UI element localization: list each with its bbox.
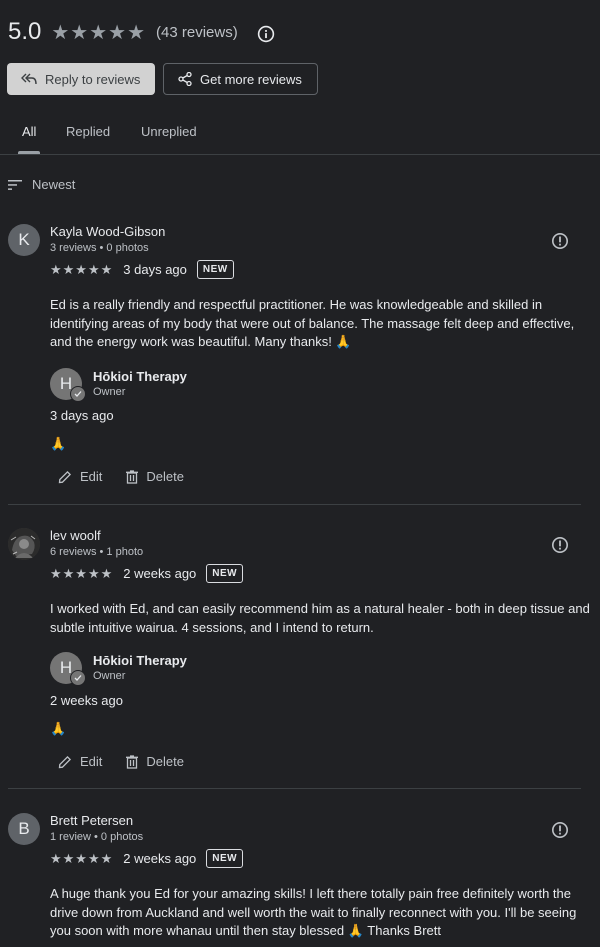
owner-name: Hōkioi Therapy <box>93 653 187 668</box>
reviewer-meta: 3 reviews • 0 photos <box>50 242 149 254</box>
reply-date: 2 weeks ago <box>50 693 123 708</box>
report-icon[interactable] <box>551 536 569 554</box>
review-stars: ★★★★★ <box>50 565 114 581</box>
divider <box>8 504 581 505</box>
owner-role: Owner <box>93 386 126 398</box>
review-rating-row: ★★★★★ 2 weeks ago NEW <box>50 564 244 583</box>
report-icon[interactable] <box>551 821 569 839</box>
avatar[interactable] <box>8 528 40 560</box>
tab-replied[interactable]: Replied <box>66 124 110 139</box>
reviewer-name[interactable]: Brett Petersen <box>50 813 133 828</box>
rating-summary: 5.0 ★★★★★ (43 reviews) <box>8 18 238 46</box>
reviewer-meta: 6 reviews • 1 photo <box>50 546 144 558</box>
trash-icon <box>126 469 139 484</box>
edit-reply-button[interactable]: Edit <box>58 754 102 769</box>
report-icon[interactable] <box>551 232 569 250</box>
owner-role: Owner <box>93 670 126 682</box>
new-badge: NEW <box>206 564 244 583</box>
get-more-reviews-label: Get more reviews <box>200 71 302 87</box>
review-stars: ★★★★★ <box>50 850 114 866</box>
sort-label: Newest <box>32 177 76 192</box>
verified-check-icon <box>70 670 86 686</box>
edit-icon <box>58 755 72 768</box>
reply-actions: Edit Delete <box>58 469 208 484</box>
review-text: A huge thank you Ed for your amazing ski… <box>50 886 577 938</box>
owner-avatar: H <box>50 652 86 686</box>
new-badge: NEW <box>206 849 244 868</box>
review-rating-row: ★★★★★ 3 days ago NEW <box>50 260 234 279</box>
avatar[interactable]: B <box>8 813 40 845</box>
delete-reply-button[interactable]: Delete <box>126 469 184 484</box>
active-tab-indicator <box>18 151 40 154</box>
reply-text: 🙏 <box>50 436 67 451</box>
review-date: 2 weeks ago <box>123 851 197 866</box>
owner-avatar: H <box>50 368 86 402</box>
share-icon <box>178 72 192 86</box>
delete-reply-button[interactable]: Delete <box>126 754 184 769</box>
reviewer-name[interactable]: lev woolf <box>50 528 101 543</box>
new-badge: NEW <box>196 260 234 279</box>
tab-all[interactable]: All <box>22 124 36 139</box>
edit-label: Edit <box>80 469 103 484</box>
review-date: 3 days ago <box>123 262 187 277</box>
review-text: Ed is a really friendly and respectful p… <box>50 297 575 349</box>
reply-text: 🙏 <box>50 721 67 736</box>
edit-icon <box>58 470 72 483</box>
get-more-reviews-button[interactable]: Get more reviews <box>163 63 318 95</box>
trash-icon <box>126 754 139 769</box>
rating-stars: ★★★★★ <box>51 21 147 44</box>
sort-control[interactable]: Newest <box>8 177 75 192</box>
info-icon[interactable] <box>257 25 275 43</box>
review-count: (43 reviews) <box>156 23 238 41</box>
edit-reply-button[interactable]: Edit <box>58 469 102 484</box>
reply-to-reviews-label: Reply to reviews <box>45 71 141 87</box>
review-stars: ★★★★★ <box>50 261 114 277</box>
reply-all-icon <box>21 73 37 85</box>
edit-label: Edit <box>80 754 103 769</box>
owner-name: Hōkioi Therapy <box>93 369 187 384</box>
tab-unreplied[interactable]: Unreplied <box>141 124 197 139</box>
review-text: I worked with Ed, and can easily recomme… <box>50 601 590 635</box>
reply-actions: Edit Delete <box>58 754 208 769</box>
review-rating-row: ★★★★★ 2 weeks ago NEW <box>50 849 244 868</box>
reply-date: 3 days ago <box>50 408 114 423</box>
reply-to-reviews-button[interactable]: Reply to reviews <box>7 63 155 95</box>
review-tabs: All Replied Unreplied <box>0 118 600 155</box>
sort-icon <box>8 179 22 190</box>
reviewer-name[interactable]: Kayla Wood-Gibson <box>50 224 165 239</box>
avatar[interactable]: K <box>8 224 40 256</box>
action-buttons: Reply to reviews Get more reviews <box>7 63 318 95</box>
rating-value: 5.0 <box>8 18 42 45</box>
verified-check-icon <box>70 386 86 402</box>
reviewer-meta: 1 review • 0 photos <box>50 831 144 843</box>
divider <box>8 788 581 789</box>
profile-photo-icon <box>8 528 40 560</box>
delete-label: Delete <box>146 754 184 769</box>
delete-label: Delete <box>146 469 184 484</box>
review-date: 2 weeks ago <box>123 566 197 581</box>
